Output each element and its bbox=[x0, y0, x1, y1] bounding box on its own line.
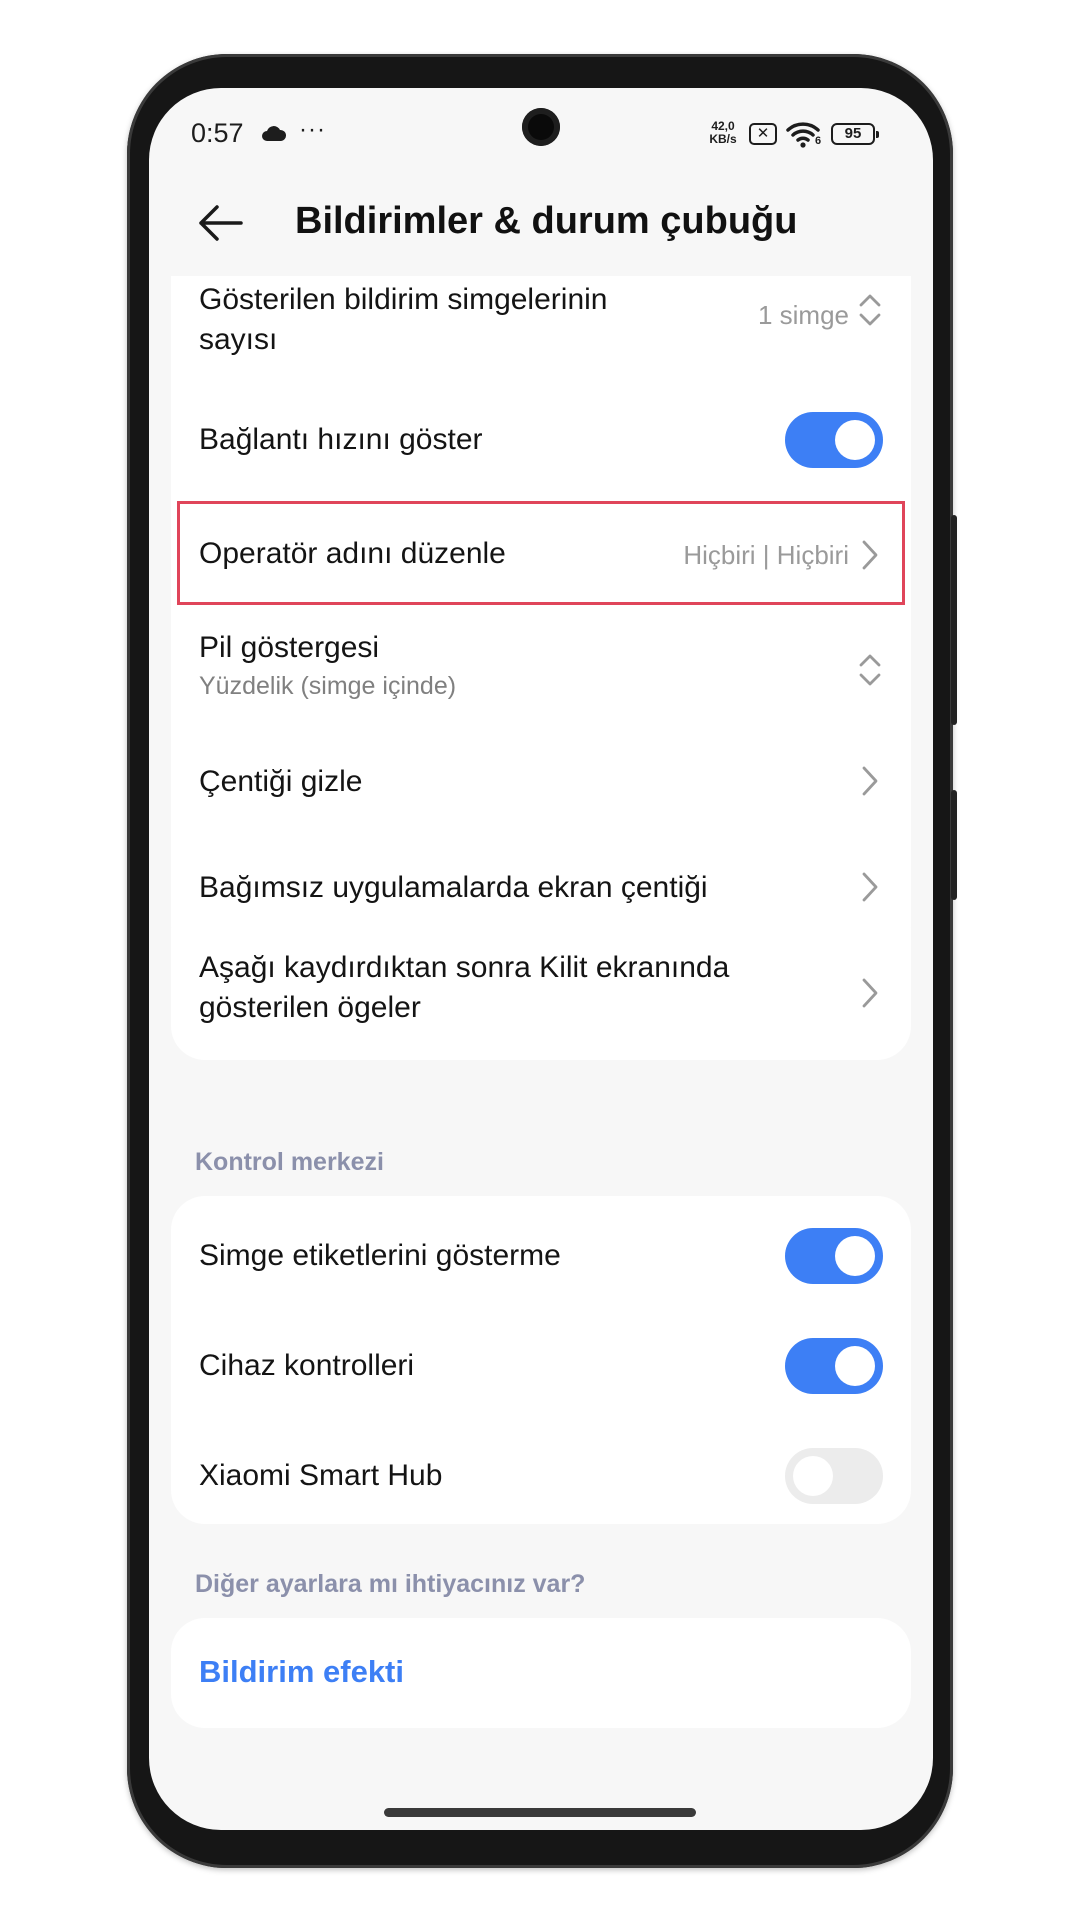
icon-count-row[interactable]: Gösterilen bildirim simgelerinin sayısı … bbox=[171, 276, 911, 364]
net-speed: 42,0 KB/s bbox=[704, 120, 742, 146]
icon-count-title-line2: sayısı bbox=[199, 323, 278, 356]
icon-labels-title: Simge etiketlerini gösterme bbox=[199, 1239, 561, 1272]
up-down-icon bbox=[859, 654, 881, 686]
chevron-right-icon bbox=[862, 978, 878, 1008]
battery-icon: 95 bbox=[831, 123, 879, 145]
battery-indicator-subtitle: Yüzdelik (simge içinde) bbox=[199, 672, 457, 700]
more-settings-label: Diğer ayarlara mı ihtiyacınız var? bbox=[195, 1570, 586, 1598]
connection-speed-toggle[interactable] bbox=[785, 412, 883, 468]
battery-indicator-title: Pil göstergesi bbox=[199, 631, 380, 664]
cloud-icon bbox=[261, 122, 287, 148]
more-settings-card: Bildirim efekti bbox=[171, 1618, 911, 1728]
connection-speed-title: Bağlantı hızını göster bbox=[199, 423, 483, 456]
lockscreen-items-title-line1: Aşağı kaydırdıktan sonra Kilit ekranında bbox=[199, 951, 730, 984]
icon-labels-row: Simge etiketlerini gösterme bbox=[171, 1206, 911, 1306]
up-down-icon bbox=[859, 294, 881, 326]
page-title: Bildirimler & durum çubuğu bbox=[295, 200, 798, 242]
no-sim-icon: ✕ bbox=[749, 123, 777, 145]
icon-count-title: Gösterilen bildirim simgelerinin sayısı bbox=[199, 280, 607, 360]
icon-count-value: 1 simge bbox=[757, 300, 849, 330]
wifi-icon: 6 bbox=[785, 119, 823, 149]
toggle-knob bbox=[793, 1456, 833, 1496]
icon-labels-toggle[interactable] bbox=[785, 1228, 883, 1284]
battery-indicator-row[interactable]: Pil göstergesi Yüzdelik (simge içinde) bbox=[171, 616, 911, 724]
chevron-right-icon bbox=[862, 766, 878, 796]
notification-settings-card: Gösterilen bildirim simgelerinin sayısı … bbox=[171, 276, 911, 960]
icon-count-title-line1: Gösterilen bildirim simgelerinin bbox=[199, 283, 608, 316]
lockscreen-items-row[interactable]: Aşağı kaydırdıktan sonra Kilit ekranında… bbox=[171, 928, 911, 1060]
device-controls-row: Cihaz kontrolleri bbox=[171, 1316, 911, 1416]
volume-button bbox=[951, 515, 957, 725]
control-center-card: Simge etiketlerini gösterme Cihaz kontro… bbox=[171, 1196, 911, 1524]
smart-hub-row: Xiaomi Smart Hub bbox=[171, 1426, 911, 1526]
smart-hub-title: Xiaomi Smart Hub bbox=[199, 1459, 443, 1492]
device-controls-title: Cihaz kontrolleri bbox=[199, 1349, 415, 1382]
front-camera bbox=[522, 108, 560, 146]
app-notch-row[interactable]: Bağımsız uygulamalarda ekran çentiği bbox=[171, 840, 911, 936]
notification-effect-link[interactable]: Bildirim efekti bbox=[199, 1654, 404, 1690]
back-button[interactable] bbox=[195, 200, 255, 246]
toggle-knob bbox=[835, 1236, 875, 1276]
power-button bbox=[951, 790, 957, 900]
toggle-knob bbox=[835, 420, 875, 460]
device-controls-toggle[interactable] bbox=[785, 1338, 883, 1394]
status-bar: 0:57 ··· 42,0 KB/s ✕ 6 95 bbox=[149, 88, 933, 178]
lockscreen-items-title: Aşağı kaydırdıktan sonra Kilit ekranında… bbox=[199, 948, 729, 1028]
wifi-badge: 6 bbox=[815, 135, 822, 147]
app-notch-title: Bağımsız uygulamalarda ekran çentiği bbox=[199, 871, 708, 904]
control-center-label: Kontrol merkezi bbox=[195, 1148, 384, 1176]
more-notifications-icon: ··· bbox=[299, 116, 326, 143]
lockscreen-items-title-line2: gösterilen ögeler bbox=[199, 991, 421, 1024]
lockscreen-items-card: Aşağı kaydırdıktan sonra Kilit ekranında… bbox=[171, 928, 911, 1060]
chevron-right-icon bbox=[862, 872, 878, 902]
hide-notch-row[interactable]: Çentiği gizle bbox=[171, 734, 911, 830]
hide-notch-title: Çentiği gizle bbox=[199, 765, 363, 798]
connection-speed-row: Bağlantı hızını göster bbox=[171, 388, 911, 492]
arrow-left-icon bbox=[199, 205, 243, 241]
toggle-knob bbox=[835, 1346, 875, 1386]
smart-hub-toggle[interactable] bbox=[785, 1448, 883, 1504]
operator-name-highlight bbox=[177, 501, 905, 605]
net-speed-unit: KB/s bbox=[709, 132, 737, 146]
status-time: 0:57 bbox=[191, 118, 244, 148]
screen: 0:57 ··· 42,0 KB/s ✕ 6 95 Bildirimler & … bbox=[149, 88, 933, 1830]
home-indicator[interactable] bbox=[384, 1808, 696, 1817]
